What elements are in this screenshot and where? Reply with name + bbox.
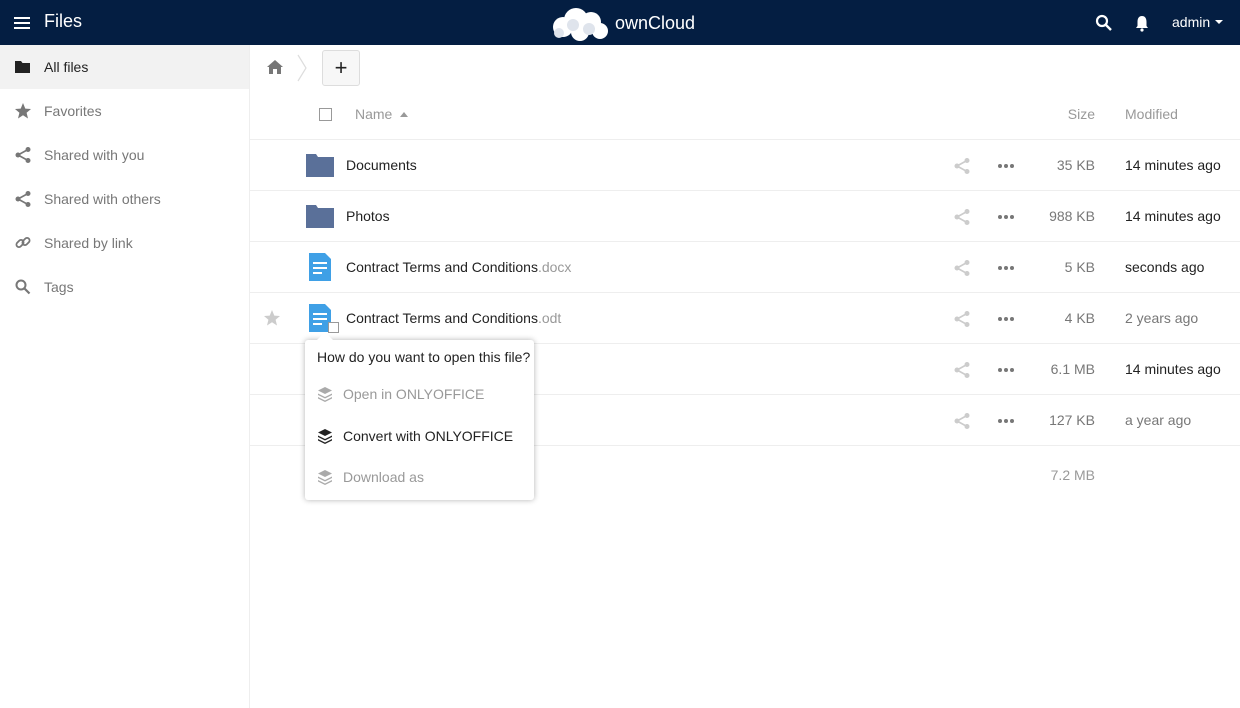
- sidebar-item-favorites[interactable]: Favorites: [0, 89, 249, 133]
- file-row-contract-odt[interactable]: Contract Terms and Conditions.odt 4 KB 2…: [250, 293, 1240, 344]
- option-label: Open in ONLYOFFICE: [343, 386, 485, 402]
- file-row-contract-docx[interactable]: Contract Terms and Conditions.docx 5 KB …: [250, 242, 1240, 293]
- owncloud-logo[interactable]: ownCloud: [549, 5, 695, 41]
- more-options-icon[interactable]: [997, 157, 1015, 175]
- cloud-icon: [553, 8, 608, 41]
- sort-ascending-icon: [400, 111, 409, 117]
- search-icon: [15, 279, 31, 295]
- file-modified: 14 minutes ago: [1125, 157, 1221, 173]
- file-size: 5 KB: [1064, 259, 1095, 275]
- option-label: Convert with ONLYOFFICE: [343, 428, 514, 444]
- more-options-icon[interactable]: [997, 310, 1015, 328]
- breadcrumb-bar: +: [250, 45, 1240, 90]
- layers-icon: [318, 429, 332, 444]
- popover-title: How do you want to open this file?: [317, 349, 531, 365]
- user-menu[interactable]: admin: [1172, 14, 1224, 30]
- sidebar-item-label: Shared by link: [44, 235, 133, 251]
- notification-bell-icon[interactable]: [1134, 14, 1150, 32]
- more-options-icon[interactable]: [997, 259, 1015, 277]
- file-modified: a year ago: [1125, 412, 1192, 428]
- share-icon: [15, 191, 31, 207]
- convert-with-onlyoffice-option[interactable]: Convert with ONLYOFFICE: [317, 424, 522, 448]
- modified-column-header[interactable]: Modified: [1125, 106, 1178, 122]
- file-size: 35 KB: [1056, 157, 1095, 173]
- file-modified: seconds ago: [1125, 259, 1205, 275]
- share-icon[interactable]: [953, 208, 971, 226]
- username: admin: [1172, 14, 1211, 30]
- share-icon[interactable]: [953, 157, 971, 175]
- open-in-onlyoffice-option[interactable]: Open in ONLYOFFICE: [317, 382, 522, 406]
- file-modified: 14 minutes ago: [1125, 208, 1221, 224]
- more-options-icon[interactable]: [997, 412, 1015, 430]
- share-icon[interactable]: [953, 310, 971, 328]
- file-row-documents[interactable]: Documents 35 KB 14 minutes ago: [250, 140, 1240, 191]
- sidebar-item-label: Shared with you: [44, 147, 145, 163]
- file-size: 6.1 MB: [1050, 361, 1095, 377]
- link-icon: [15, 237, 31, 248]
- popover-arrow: [317, 332, 333, 340]
- sidebar-item-label: All files: [44, 59, 89, 75]
- top-bar: Files ownCloud admin: [0, 0, 1240, 45]
- open-with-popover: How do you want to open this file? Open …: [305, 332, 534, 500]
- file-size: 988 KB: [1049, 208, 1095, 224]
- folder-icon: [306, 205, 334, 228]
- new-file-button[interactable]: +: [322, 50, 360, 86]
- breadcrumb-separator: [296, 53, 308, 83]
- file-name[interactable]: Contract Terms and Conditions.odt: [346, 310, 561, 326]
- more-options-icon[interactable]: [997, 208, 1015, 226]
- file-size: 127 KB: [1049, 412, 1095, 428]
- sidebar-item-label: Favorites: [44, 103, 102, 119]
- file-name[interactable]: Documents: [346, 157, 417, 173]
- star-icon[interactable]: [263, 309, 281, 327]
- more-options-icon[interactable]: [997, 361, 1015, 379]
- file-row-photos[interactable]: Photos 988 KB 14 minutes ago: [250, 191, 1240, 242]
- total-size: 7.2 MB: [1050, 467, 1095, 483]
- share-icon[interactable]: [953, 361, 971, 379]
- download-as-option[interactable]: Download as: [317, 465, 522, 489]
- share-icon[interactable]: [953, 412, 971, 430]
- name-column-header[interactable]: Name: [355, 106, 409, 122]
- file-name[interactable]: Contract Terms and Conditions.docx: [346, 259, 571, 275]
- sidebar-item-shared-with-others[interactable]: Shared with others: [0, 177, 249, 221]
- home-icon[interactable]: [266, 58, 284, 76]
- file-modified: 2 years ago: [1125, 310, 1199, 326]
- folder-icon: [306, 154, 334, 177]
- document-icon: [309, 253, 331, 281]
- sidebar-item-label: Tags: [44, 279, 74, 295]
- sidebar-item-shared-by-link[interactable]: Shared by link: [0, 221, 249, 265]
- size-column-header[interactable]: Size: [1068, 106, 1095, 122]
- layers-icon: [318, 470, 332, 485]
- caret-down-icon: [1215, 20, 1224, 24]
- layers-icon: [318, 387, 332, 402]
- share-icon: [15, 147, 31, 163]
- select-all-checkbox[interactable]: [319, 108, 332, 121]
- sidebar: All files Favorites Shared with you Shar…: [0, 45, 250, 708]
- sidebar-item-tags[interactable]: Tags: [0, 265, 249, 309]
- sidebar-item-all-files[interactable]: All files: [0, 45, 249, 89]
- brand-name: ownCloud: [615, 12, 696, 33]
- search-icon[interactable]: [1095, 14, 1113, 32]
- file-name[interactable]: Photos: [346, 208, 390, 224]
- file-modified: 14 minutes ago: [1125, 361, 1221, 377]
- folder-icon: [15, 61, 30, 73]
- name-header-label: Name: [355, 106, 393, 122]
- hamburger-menu-icon[interactable]: [12, 14, 32, 32]
- file-list-header: Name Size Modified: [250, 90, 1240, 140]
- star-icon: [15, 103, 31, 119]
- option-label: Download as: [343, 469, 424, 485]
- app-title: Files: [44, 11, 83, 31]
- sidebar-item-label: Shared with others: [44, 191, 161, 207]
- sidebar-item-shared-with-you[interactable]: Shared with you: [0, 133, 249, 177]
- share-icon[interactable]: [953, 259, 971, 277]
- file-size: 4 KB: [1064, 310, 1095, 326]
